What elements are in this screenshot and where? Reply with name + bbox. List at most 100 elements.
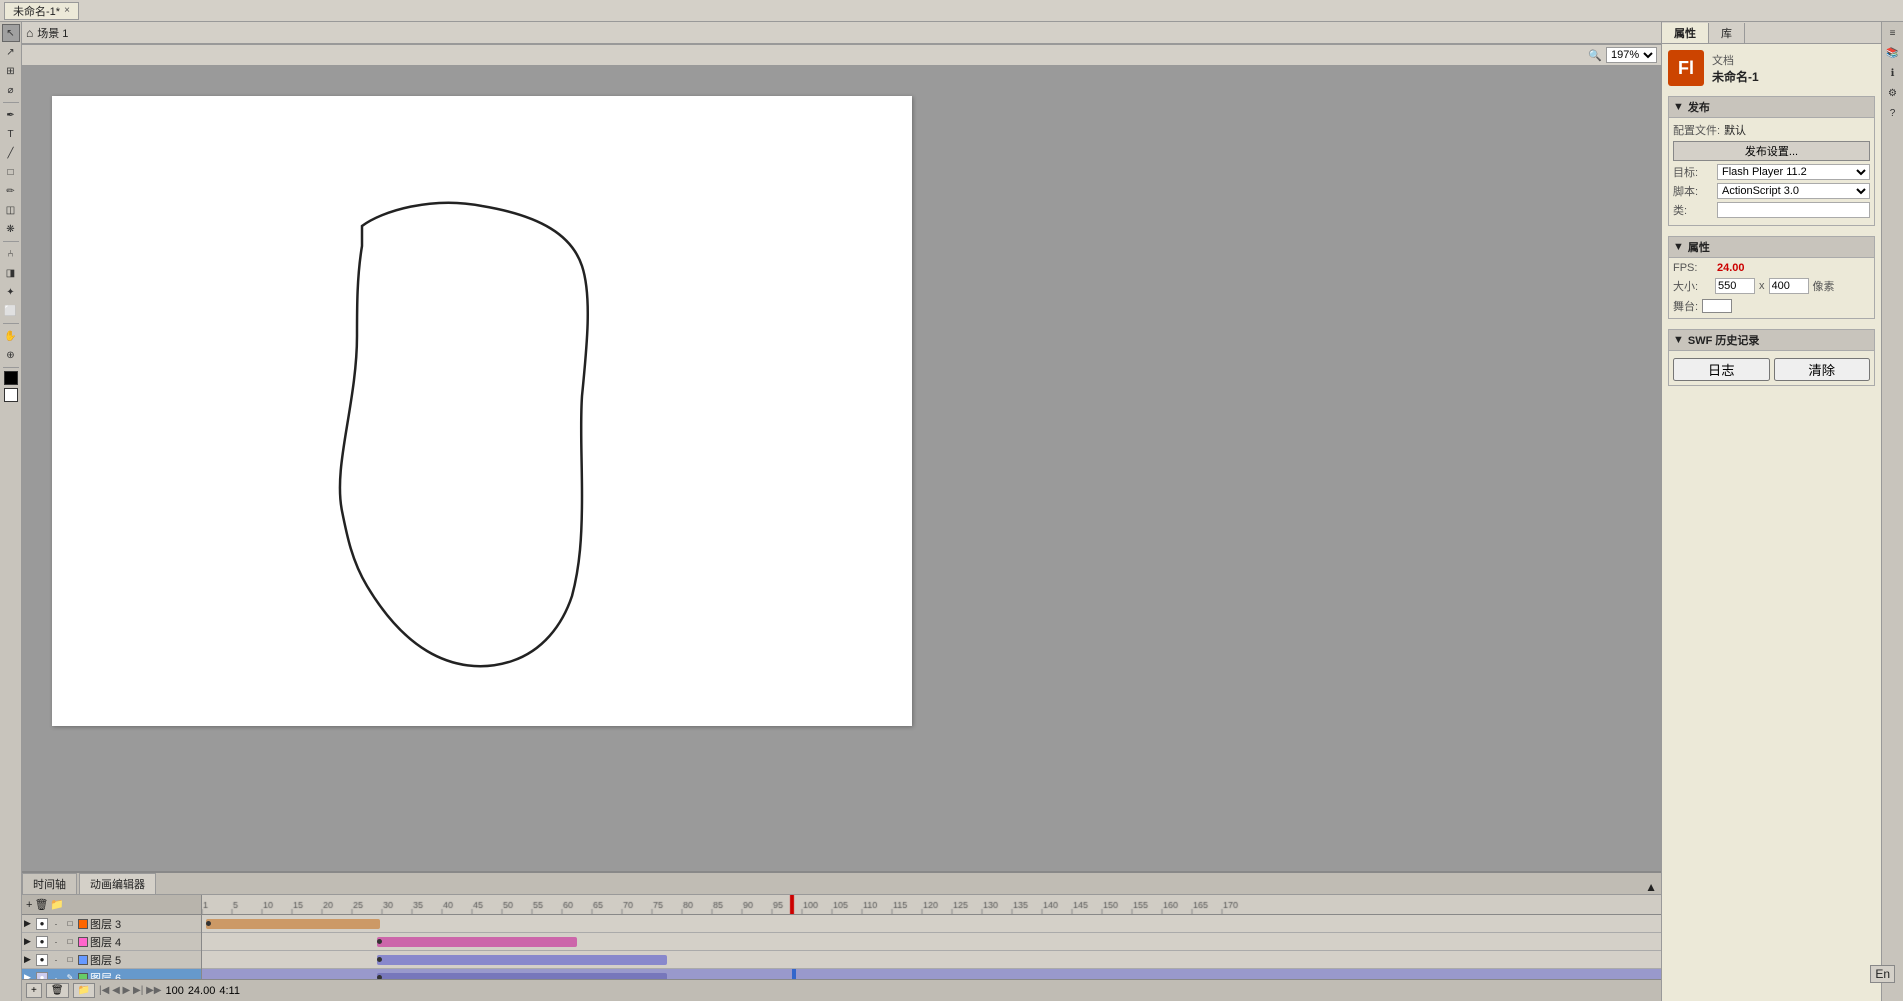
layer-lock-6[interactable]: · [50, 972, 62, 980]
timeline-collapse-icon[interactable]: ▲ [1645, 880, 1657, 894]
zoom-icon: 🔍 [1588, 49, 1602, 62]
layer-color-5 [78, 955, 88, 965]
script-row: 脚本: ActionScript 3.0 [1673, 183, 1870, 199]
tab-timeline[interactable]: 时间轴 [22, 873, 77, 894]
frame-row-4[interactable] [202, 933, 1661, 951]
add-layer-icon[interactable]: + [26, 899, 32, 911]
swf-section-header[interactable]: ▼ SWF 历史记录 [1668, 329, 1875, 351]
publish-section-content: 配置文件: 默认 发布设置... 目标: Flash Player 11.2 脚… [1668, 118, 1875, 226]
properties-section-header[interactable]: ▼ 属性 [1668, 236, 1875, 258]
publish-section-header[interactable]: ▼ 发布 [1668, 96, 1875, 118]
stage-color-swatch[interactable] [1702, 299, 1732, 313]
delete-layer-icon[interactable]: 🗑 [34, 898, 48, 911]
tool-line[interactable]: ╱ [2, 144, 20, 162]
ri-help-btn[interactable]: ? [1884, 104, 1902, 122]
keyframe-4-start [377, 939, 382, 944]
tool-text[interactable]: T [2, 125, 20, 143]
toolbar-separator-2 [3, 241, 19, 242]
publish-section: ▼ 发布 配置文件: 默认 发布设置... 目标: Flash Player 1… [1668, 96, 1875, 226]
tool-eyedropper[interactable]: ✦ [2, 283, 20, 301]
document-tab[interactable]: 未命名-1* × [4, 2, 79, 20]
tool-hand[interactable]: ✋ [2, 327, 20, 345]
layer-color-3 [78, 919, 88, 929]
layer-name-3[interactable]: 图层 3 [90, 916, 199, 932]
frame-bar-6 [377, 973, 667, 979]
tool-free-transform[interactable]: ⊞ [2, 62, 20, 80]
script-select[interactable]: ActionScript 3.0 [1717, 183, 1870, 199]
tool-eraser[interactable]: ⬜ [2, 302, 20, 320]
layer-vis-5[interactable]: ● [36, 954, 48, 966]
add-folder-btn[interactable]: 📁 [73, 983, 95, 998]
target-row: 目标: Flash Player 11.2 [1673, 164, 1870, 180]
publish-settings-btn[interactable]: 发布设置... [1673, 141, 1870, 161]
tool-lasso[interactable]: ⌀ [2, 81, 20, 99]
tab-animation-editor[interactable]: 动画编辑器 [79, 873, 156, 894]
layer-expand-6[interactable]: ▶ [24, 972, 34, 979]
tool-bone[interactable]: ⑃ [2, 245, 20, 263]
frame-row-3[interactable] [202, 915, 1661, 933]
layer-vis-6[interactable]: ● [36, 972, 48, 980]
zoom-select[interactable]: 50% 75% 100% 150% 197% 200% 300% 400% [1606, 47, 1657, 63]
tool-pencil[interactable]: ✏ [2, 182, 20, 200]
height-input[interactable] [1769, 278, 1809, 294]
add-folder-icon[interactable]: 📁 [50, 898, 64, 911]
tool-subselect[interactable]: ↗ [2, 43, 20, 61]
tool-pen[interactable]: ✒ [2, 106, 20, 124]
layer-expand-5[interactable]: ▶ [24, 954, 34, 965]
ri-settings-btn[interactable]: ⚙ [1884, 84, 1902, 102]
layer-outline-6[interactable]: ✎ [64, 972, 76, 980]
layer-outline-3[interactable]: □ [64, 918, 76, 930]
ri-properties-btn[interactable]: ≡ [1884, 24, 1902, 42]
right-icons-bar: ≡ 📚 ℹ ⚙ ? [1881, 22, 1903, 1001]
layer-lock-3[interactable]: · [50, 918, 62, 930]
center-area: ⌂ 场景 1 🔍 50% 75% 100% 150% 197% 200% 300… [22, 22, 1661, 1001]
tool-arrow[interactable]: ↖ [2, 24, 20, 42]
delete-layer-btn[interactable]: 🗑 [46, 983, 69, 998]
swf-section: ▼ SWF 历史记录 日志 清除 [1668, 329, 1875, 386]
script-label: 脚本: [1673, 183, 1713, 199]
target-label: 目标: [1673, 164, 1713, 180]
properties-section-content: FPS: 24.00 大小: x 像素 舞台: [1668, 258, 1875, 319]
layer-name-6[interactable]: 图层 6 [90, 970, 199, 980]
new-layer-btn[interactable]: + [26, 983, 42, 998]
frame-row-5[interactable] [202, 951, 1661, 969]
scene-home-icon[interactable]: ⌂ [26, 26, 33, 40]
layer-outline-4[interactable]: □ [64, 936, 76, 948]
ri-info-btn[interactable]: ℹ [1884, 64, 1902, 82]
frame-row-6[interactable] [202, 969, 1661, 979]
layer-name-4[interactable]: 图层 4 [90, 934, 199, 950]
stage-color-row: 舞台: [1673, 298, 1870, 314]
rp-tab-library[interactable]: 库 [1709, 23, 1745, 43]
tab-close[interactable]: × [64, 5, 70, 16]
canvas-area[interactable] [22, 66, 1661, 871]
scene-bar: ⌂ 场景 1 [22, 22, 1661, 44]
class-input[interactable] [1717, 202, 1870, 218]
tool-brush[interactable]: ◫ [2, 201, 20, 219]
swf-log-btn[interactable]: 日志 [1673, 358, 1770, 381]
stroke-color[interactable] [4, 371, 18, 385]
right-panel-tabs: 属性 库 [1662, 22, 1881, 44]
frames-area [202, 895, 1661, 979]
tool-paint-bucket[interactable]: ◨ [2, 264, 20, 282]
tool-zoom[interactable]: ⊕ [2, 346, 20, 364]
target-select[interactable]: Flash Player 11.2 [1717, 164, 1870, 180]
tool-rect[interactable]: □ [2, 163, 20, 181]
layer-expand-4[interactable]: ▶ [24, 936, 34, 947]
width-input[interactable] [1715, 278, 1755, 294]
layer-outline-5[interactable]: □ [64, 954, 76, 966]
ri-library-btn[interactable]: 📚 [1884, 44, 1902, 62]
playhead-6 [792, 969, 796, 979]
swf-clear-btn[interactable]: 清除 [1774, 358, 1871, 381]
layer-vis-3[interactable]: ● [36, 918, 48, 930]
layer-lock-5[interactable]: · [50, 954, 62, 966]
tab-label: 未命名-1* [13, 3, 60, 19]
layer-vis-4[interactable]: ● [36, 936, 48, 948]
layer-name-5[interactable]: 图层 5 [90, 952, 199, 968]
layer-lock-4[interactable]: · [50, 936, 62, 948]
fps-row: FPS: 24.00 [1673, 262, 1870, 274]
layer-expand-3[interactable]: ▶ [24, 918, 34, 929]
rp-tab-properties[interactable]: 属性 [1662, 23, 1709, 43]
tool-deco[interactable]: ❋ [2, 220, 20, 238]
right-panel: 属性 库 Fl 文档 未命名-1 ▼ 发布 [1661, 22, 1881, 1001]
fill-color[interactable] [4, 388, 18, 402]
